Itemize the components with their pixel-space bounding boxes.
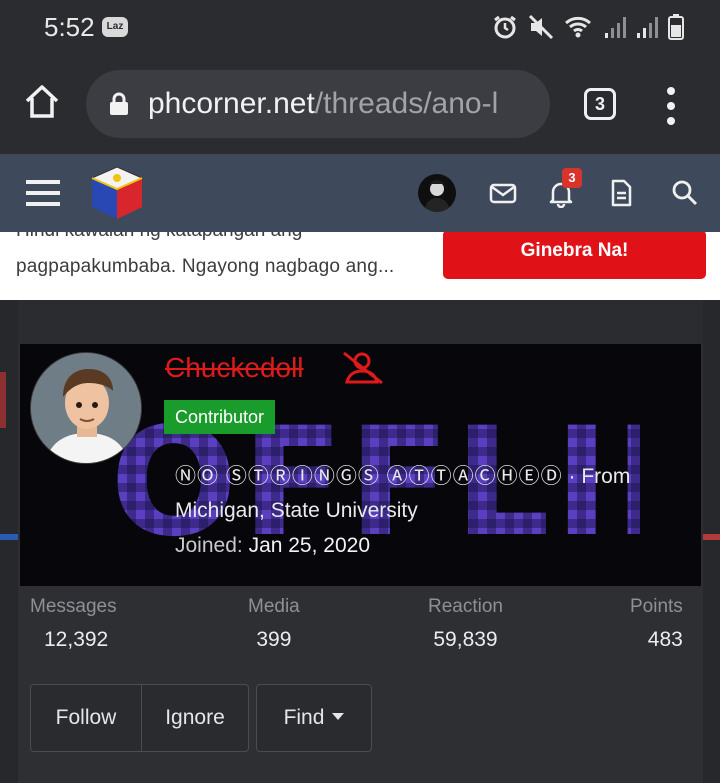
find-menu-button[interactable]: Find: [256, 684, 372, 752]
ad-banner[interactable]: Hindi kawalan ng katapangan ang pagpapak…: [0, 232, 720, 300]
stat-media[interactable]: Media 399: [248, 596, 300, 652]
stat-label: Points: [630, 596, 683, 617]
status-time: 5:52: [44, 12, 95, 42]
profile-location[interactable]: Michigan, State University: [175, 499, 418, 522]
joined-date: Jan 25, 2020: [248, 534, 370, 557]
banner-line-2: pagpapakumbaba. Ngayong nagbago ang...: [16, 256, 395, 277]
background-divider-left: [0, 534, 18, 540]
home-icon[interactable]: [22, 82, 62, 122]
follow-button[interactable]: Follow: [30, 684, 142, 752]
find-label: Find: [283, 706, 325, 729]
tab-switcher-button[interactable]: 3: [584, 88, 616, 120]
tooltip-pointer: [66, 765, 106, 781]
user-slash-icon: [343, 351, 383, 385]
stat-value: 12,392: [44, 628, 109, 651]
wifi-icon: [565, 16, 591, 38]
site-logo[interactable]: [88, 164, 146, 222]
joined-info: Joined: Jan 25, 2020: [175, 534, 370, 558]
hamburger-menu-icon[interactable]: [26, 178, 60, 208]
stat-value: 483: [647, 628, 683, 651]
stat-value: 399: [256, 628, 292, 651]
screen: 5:52 Laz phcorner.net/threads/ano-l 3 3 …: [0, 0, 720, 783]
site-header: 3: [0, 154, 720, 232]
card-top-strip: [18, 300, 703, 344]
status-bar: 5:52 Laz: [0, 0, 720, 56]
profile-avatar[interactable]: [30, 352, 142, 464]
profile-cover: OFFLINE Chuckedoll Contributor ⓃⓄ ⓈⓉ: [20, 344, 701, 586]
stat-label: Messages: [30, 596, 117, 617]
stat-value: 59,839: [433, 628, 498, 651]
mute-icon: [528, 14, 554, 40]
battery-icon: [668, 14, 684, 40]
alarm-icon: [494, 15, 516, 39]
url-path: /threads/ano-l: [314, 87, 499, 120]
notification-badge: 3: [562, 168, 582, 188]
banner-line-1: Hindi kawalan ng katapangan ang: [16, 232, 302, 242]
signal-icon-1: [605, 17, 626, 38]
profile-tagline: ⓃⓄ ⓈⓉⓇⒾⓃⒼⓈ ⒶⓉⓉⒶⒸⒽⒺⒹ · From Michigan, Sta…: [175, 460, 675, 528]
ignore-button[interactable]: Ignore: [141, 684, 249, 752]
caret-down-icon: [332, 712, 345, 720]
background-accent: [0, 372, 6, 428]
search-icon[interactable]: [670, 178, 700, 208]
member-tooltip-card: OFFLINE Chuckedoll Contributor ⓃⓄ ⓈⓉ: [18, 300, 703, 783]
role-badge: Contributor: [164, 400, 276, 434]
background-divider-right: [702, 534, 720, 540]
banner-cta-button[interactable]: Ginebra Na!: [443, 232, 706, 279]
url-text: phcorner.net/threads/ano-l: [148, 87, 498, 121]
stat-messages[interactable]: Messages 12,392: [30, 596, 117, 652]
from-label: · From: [568, 465, 631, 488]
url-host: phcorner.net: [148, 87, 315, 120]
address-bar[interactable]: phcorner.net/threads/ano-l: [86, 70, 550, 138]
laz-app-icon: Laz: [102, 17, 128, 37]
signal-icon-2: [637, 17, 658, 38]
user-avatar[interactable]: [418, 174, 456, 212]
overflow-menu-icon[interactable]: [662, 86, 680, 126]
custom-title: ⓃⓄ ⓈⓉⓇⒾⓃⒼⓈ ⒶⓉⓉⒶⒸⒽⒺⒹ: [175, 465, 563, 488]
status-icons: [492, 14, 684, 40]
inbox-icon[interactable]: [488, 178, 518, 208]
lock-icon: [110, 92, 128, 115]
document-icon[interactable]: [606, 178, 636, 208]
browser-toolbar: phcorner.net/threads/ano-l 3: [0, 56, 720, 154]
stat-label: Reaction: [428, 596, 503, 617]
member-stats: Messages 12,392 Media 399 Reaction 59,83…: [18, 596, 703, 660]
joined-label: Joined:: [175, 534, 243, 557]
profile-username[interactable]: Chuckedoll: [165, 352, 304, 384]
stat-reaction[interactable]: Reaction 59,839: [428, 596, 503, 652]
stat-points[interactable]: Points 483: [630, 596, 683, 652]
stat-label: Media: [248, 596, 300, 617]
